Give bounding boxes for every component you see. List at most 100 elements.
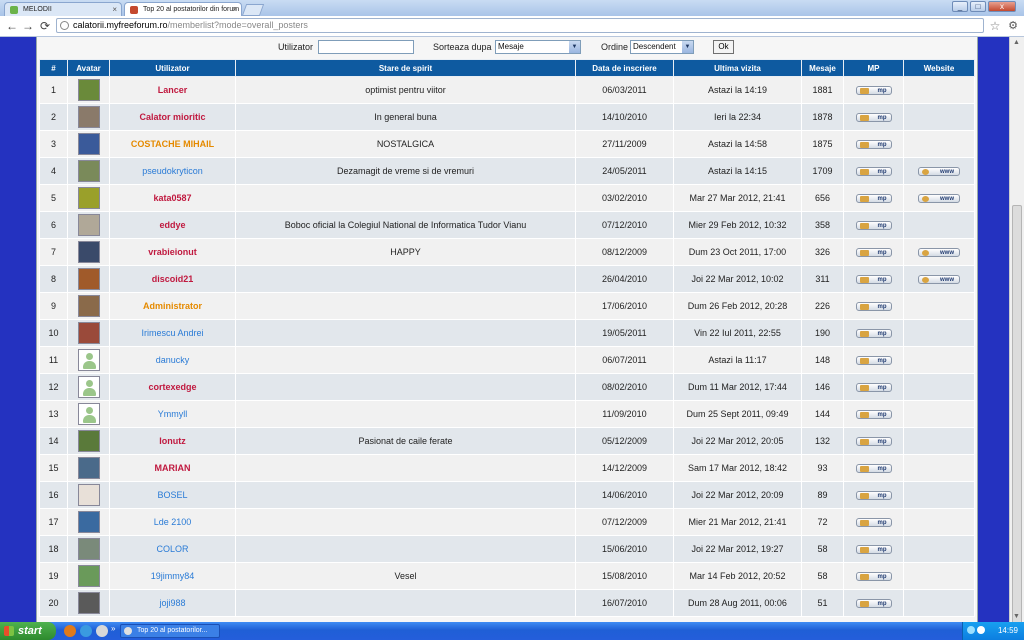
scroll-down-icon[interactable]: ▼ [1013,613,1020,620]
avatar[interactable] [77,538,100,560]
private-message-button[interactable]: mp [855,356,892,366]
private-message-button[interactable]: mp [855,113,892,123]
col-header-avatar[interactable]: Avatar [67,59,110,77]
username-link[interactable]: 19jimmy84 [109,562,236,590]
col-header-website[interactable]: Website [903,59,975,77]
username-link[interactable]: Irimescu Andrei [109,319,236,347]
close-window-button[interactable]: x [988,1,1016,12]
ok-button[interactable]: Ok [713,40,734,54]
username-link[interactable]: pseudokryticon [109,157,236,185]
address-bar[interactable]: calatorii.myfreeforum.ro/memberlist?mode… [56,18,984,33]
sort-select[interactable]: Mesaje ▼ [495,40,581,54]
col-header-user[interactable]: Utilizator [109,59,236,77]
avatar[interactable] [77,79,100,101]
reload-icon[interactable]: ⟳ [37,18,53,34]
username-link[interactable]: MARIAN [109,454,236,482]
private-message-button[interactable]: mp [855,383,892,393]
avatar[interactable] [77,565,100,587]
default-avatar-icon[interactable] [77,403,100,425]
private-message-button[interactable]: mp [855,464,892,474]
ie-icon[interactable] [80,625,92,637]
username-link[interactable]: eddye [109,211,236,239]
private-message-button[interactable]: mp [855,599,892,609]
website-button[interactable]: www [918,248,960,258]
website-button[interactable]: www [918,275,960,285]
private-message-button[interactable]: mp [855,302,892,312]
username-link[interactable]: Ymmyll [109,400,236,428]
avatar[interactable] [77,268,100,290]
username-link[interactable]: joji988 [109,589,236,617]
private-message-button[interactable]: mp [855,329,892,339]
private-message-button[interactable]: mp [855,437,892,447]
start-button[interactable]: start [0,622,56,640]
private-message-button[interactable]: mp [855,167,892,177]
col-header-rank[interactable]: # [39,59,68,77]
avatar[interactable] [77,511,100,533]
username-link[interactable]: COLOR [109,535,236,563]
forward-icon[interactable]: → [20,18,36,34]
username-link[interactable]: vrabieionut [109,238,236,266]
avatar[interactable] [77,214,100,236]
default-avatar-icon[interactable] [77,349,100,371]
col-header-joined[interactable]: Data de inscriere [575,59,674,77]
tab-top20[interactable]: Top 20 al postatorilor din forum × [124,2,242,16]
username-link[interactable]: Ionutz [109,427,236,455]
taskbar-item-chrome[interactable]: Top 20 al postatorilor... [120,624,220,638]
private-message-button[interactable]: mp [855,275,892,285]
avatar[interactable] [77,133,100,155]
wrench-icon[interactable]: ⚙ [1006,19,1020,33]
private-message-button[interactable]: mp [855,491,892,501]
user-search-input[interactable] [318,40,414,54]
minimize-button[interactable]: _ [952,1,968,12]
col-header-mp[interactable]: MP [843,59,904,77]
avatar[interactable] [77,457,100,479]
volume-icon[interactable] [977,626,985,634]
avatar[interactable] [77,322,100,344]
maximize-button[interactable]: □ [970,1,986,12]
tab-melodii[interactable]: MELODII × [4,2,122,16]
private-message-button[interactable]: mp [855,221,892,231]
avatar[interactable] [77,187,100,209]
website-button[interactable]: www [918,194,960,204]
explorer-icon[interactable] [96,625,108,637]
network-icon[interactable] [967,626,975,634]
username-link[interactable]: Calator mioritic [109,103,236,131]
close-icon[interactable]: × [112,3,117,16]
username-link[interactable]: COSTACHE MIHAIL [109,130,236,158]
col-header-mood[interactable]: Stare de spirit [235,59,576,77]
avatar[interactable] [77,241,100,263]
private-message-button[interactable]: mp [855,572,892,582]
username-link[interactable]: BOSEL [109,481,236,509]
private-message-button[interactable]: mp [855,518,892,528]
col-header-posts[interactable]: Mesaje [801,59,844,77]
star-icon[interactable]: ☆ [988,19,1002,33]
username-link[interactable]: danucky [109,346,236,374]
username-link[interactable]: Administrator [109,292,236,320]
private-message-button[interactable]: mp [855,545,892,555]
private-message-button[interactable]: mp [855,140,892,150]
avatar[interactable] [77,295,100,317]
firefox-icon[interactable] [64,625,76,637]
page-scrollbar[interactable]: ▲ ▼ [1009,37,1024,625]
col-header-last-visit[interactable]: Ultima vizita [673,59,802,77]
back-icon[interactable]: ← [4,18,20,34]
scrollbar-thumb[interactable] [1012,205,1022,625]
username-link[interactable]: discoid21 [109,265,236,293]
avatar[interactable] [77,592,100,614]
username-link[interactable]: kata0587 [109,184,236,212]
order-select[interactable]: Descendent ▼ [630,40,694,54]
quicklaunch-more-icon[interactable]: » [111,624,115,633]
private-message-button[interactable]: mp [855,194,892,204]
avatar[interactable] [77,430,100,452]
avatar[interactable] [77,106,100,128]
username-link[interactable]: cortexedge [109,373,236,401]
avatar[interactable] [77,160,100,182]
website-button[interactable]: www [918,167,960,177]
new-tab-button[interactable] [241,4,265,16]
username-link[interactable]: Lde 2100 [109,508,236,536]
private-message-button[interactable]: mp [855,410,892,420]
close-icon[interactable]: × [232,3,237,16]
username-link[interactable]: Lancer [109,76,236,104]
scroll-up-icon[interactable]: ▲ [1013,39,1020,46]
avatar[interactable] [77,484,100,506]
